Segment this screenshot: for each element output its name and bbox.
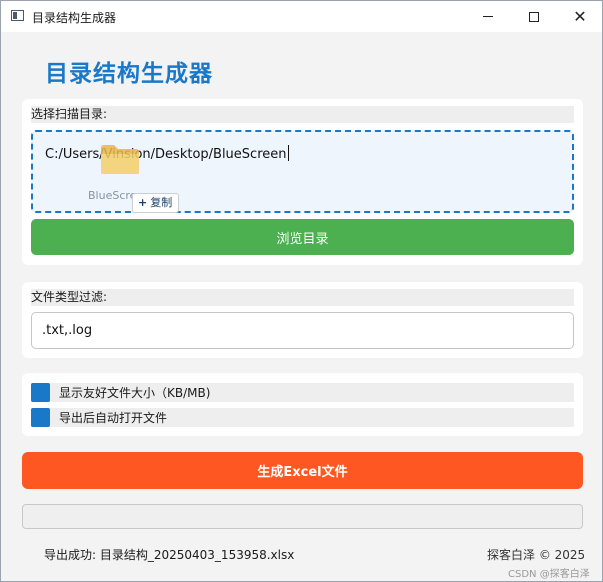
text-caret — [287, 145, 289, 161]
minimize-icon — [483, 16, 493, 17]
maximize-button[interactable] — [511, 1, 557, 32]
directory-path-text[interactable]: C:/Users/Vinsion/Desktop/BlueScreen — [45, 145, 289, 162]
plus-icon: + — [138, 196, 148, 209]
folder-icon — [101, 145, 139, 174]
copyright-text: 探客白泽 © 2025 — [487, 548, 586, 562]
minimize-button[interactable] — [465, 1, 511, 32]
drag-file-name: BlueScre — [88, 189, 137, 202]
filter-card: 文件类型过滤: .txt,.log — [22, 282, 583, 358]
copy-drag-tooltip: + 复制 — [132, 193, 180, 213]
file-type-filter-input[interactable]: .txt,.log — [31, 312, 574, 349]
directory-card: 选择扫描目录: C:/Users/Vinsion/Desktop/BlueScr… — [22, 99, 583, 265]
app-window: 目录结构生成器 ✕ 目录结构生成器 选择扫描目录: C:/Users/Vinsi… — [0, 0, 603, 582]
page-title: 目录结构生成器 — [45, 61, 213, 87]
window-title: 目录结构生成器 — [32, 11, 117, 25]
watermark: CSDN @探客白泽 — [508, 569, 590, 580]
friendly-size-label: 显示友好文件大小（KB/MB) — [59, 386, 211, 400]
generate-excel-button[interactable]: 生成Excel文件 — [22, 452, 583, 489]
close-icon: ✕ — [573, 6, 587, 26]
directory-drop-zone[interactable]: C:/Users/Vinsion/Desktop/BlueScreen Blue… — [31, 130, 574, 213]
title-bar: 目录结构生成器 ✕ — [1, 1, 602, 32]
app-window-icon — [11, 10, 24, 21]
checkbox-checked-icon[interactable] — [31, 383, 50, 402]
maximize-icon — [529, 11, 539, 22]
filter-label: 文件类型过滤: — [31, 289, 574, 306]
browse-directory-button[interactable]: 浏览目录 — [31, 219, 574, 255]
directory-label: 选择扫描目录: — [31, 106, 574, 123]
export-progress-bar — [22, 504, 583, 529]
options-card: 显示友好文件大小（KB/MB) 导出后自动打开文件 — [22, 373, 583, 436]
auto-open-label: 导出后自动打开文件 — [59, 411, 168, 425]
copy-tip-label: 复制 — [150, 196, 173, 209]
friendly-size-option[interactable]: 显示友好文件大小（KB/MB) — [31, 383, 574, 402]
auto-open-option[interactable]: 导出后自动打开文件 — [31, 408, 574, 427]
checkbox-checked-icon[interactable] — [31, 408, 50, 427]
close-button[interactable]: ✕ — [557, 1, 603, 32]
export-status-text: 导出成功: 目录结构_20250403_153958.xlsx — [44, 548, 295, 562]
